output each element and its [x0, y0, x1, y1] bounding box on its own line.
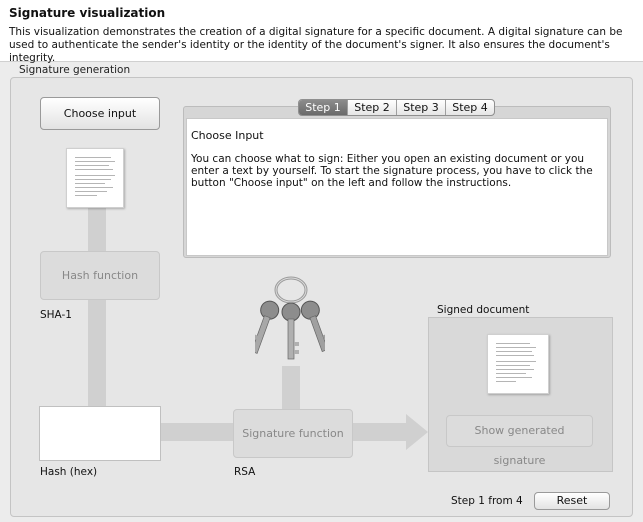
page-description: This visualization demonstrates the crea… — [9, 26, 623, 64]
tab-step-2[interactable]: Step 2 — [348, 100, 397, 115]
step-description: You can choose what to sign: Either you … — [191, 153, 593, 189]
rsa-label: RSA — [234, 466, 256, 478]
signed-document-label: Signed document — [437, 304, 530, 316]
tab-step-1[interactable]: Step 1 — [299, 100, 348, 115]
sha1-label: SHA-1 — [40, 309, 72, 321]
hash-hex-output — [39, 406, 161, 461]
show-generated-signature-button[interactable]: Show generated signature — [446, 415, 593, 467]
signature-function-button[interactable]: Signature function — [233, 409, 353, 458]
hash-hex-label: Hash (hex) — [40, 466, 98, 478]
page-title: Signature visualization — [9, 6, 166, 20]
reset-button[interactable]: Reset — [534, 492, 610, 510]
tab-step-4[interactable]: Step 4 — [446, 100, 494, 115]
signed-document-icon — [487, 334, 549, 394]
flow-path-vertical — [88, 208, 106, 408]
tab-step-3[interactable]: Step 3 — [397, 100, 446, 115]
keys-icon — [255, 276, 325, 360]
step-title: Choose Input — [191, 129, 264, 142]
step-tabs: Step 1 Step 2 Step 3 Step 4 — [298, 99, 495, 116]
arrow-right-icon — [406, 414, 428, 450]
group-title: Signature generation — [17, 64, 133, 76]
hash-function-button[interactable]: Hash function — [40, 251, 160, 300]
choose-input-button[interactable]: Choose input — [40, 97, 160, 130]
input-document-icon — [66, 148, 124, 208]
step-progress-label: Step 1 from 4 — [451, 495, 523, 507]
